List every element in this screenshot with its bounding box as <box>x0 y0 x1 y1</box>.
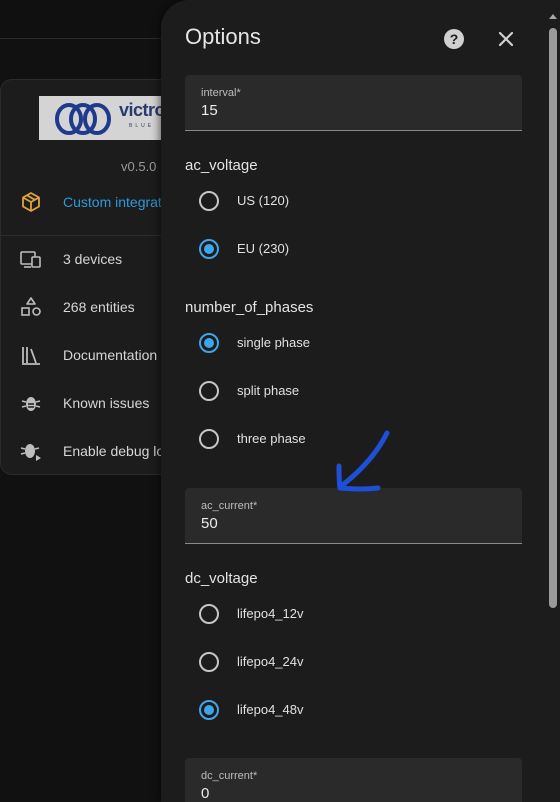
package-icon <box>22 192 40 212</box>
radio-label: three phase <box>237 431 306 446</box>
radio-label: lifepo4_48v <box>237 702 304 717</box>
radio-label: US (120) <box>237 193 290 208</box>
screen: victron BLUE v0.5.0 Custom integrat 3 de… <box>0 0 560 802</box>
radio-button-selected[interactable] <box>199 700 219 720</box>
dc-voltage-heading: dc_voltage <box>185 570 258 587</box>
radio-button[interactable] <box>199 381 219 401</box>
radio-button[interactable] <box>199 652 219 672</box>
devices-label: 3 devices <box>63 251 123 267</box>
victron-logo-mark-icon <box>55 103 111 135</box>
radio-label: lifepo4_12v <box>237 606 304 621</box>
ac-voltage-option-us[interactable]: US (120) <box>197 189 497 213</box>
dialog-scrollbar[interactable] <box>547 14 559 802</box>
close-icon[interactable] <box>493 26 519 52</box>
interval-field-label: interval* <box>201 87 241 99</box>
number-of-phases-heading: number_of_phases <box>185 299 314 316</box>
bug-icon <box>21 397 41 411</box>
dc-voltage-option-48v[interactable]: lifepo4_48v <box>197 698 497 722</box>
help-icon[interactable]: ? <box>441 26 467 52</box>
ac-voltage-option-eu[interactable]: EU (230) <box>197 237 497 261</box>
radio-label: EU (230) <box>237 241 290 256</box>
radio-button[interactable] <box>199 604 219 624</box>
ac-current-field-value[interactable]: 50 <box>201 515 218 532</box>
bug-play-icon <box>20 444 41 461</box>
version-label: v0.5.0 <box>121 159 157 174</box>
dc-current-field-value[interactable]: 0 <box>201 785 209 802</box>
victron-logo: victron BLUE <box>39 96 179 140</box>
annotation-arrow-icon <box>336 430 390 492</box>
radio-label: lifepo4_24v <box>237 654 304 669</box>
custom-integration-label: Custom integrat <box>63 194 162 210</box>
dc-voltage-option-24v[interactable]: lifepo4_24v <box>197 650 497 674</box>
interval-field[interactable]: interval* 15 <box>185 75 522 131</box>
phases-option-split[interactable]: split phase <box>197 379 497 403</box>
dc-current-field[interactable]: dc_current* 0 <box>185 758 522 802</box>
documentation-label: Documentation <box>63 347 158 363</box>
ac-voltage-heading: ac_voltage <box>185 157 258 174</box>
books-icon <box>22 347 40 365</box>
entities-label: 268 entities <box>63 299 135 315</box>
phases-option-single[interactable]: single phase <box>197 331 497 355</box>
radio-label: split phase <box>237 383 300 398</box>
scroll-up-arrow-icon[interactable] <box>549 14 557 19</box>
dc-voltage-option-12v[interactable]: lifepo4_12v <box>197 602 497 626</box>
shapes-icon <box>21 297 41 316</box>
dialog-title: Options <box>185 24 261 49</box>
radio-button-selected[interactable] <box>199 239 219 259</box>
options-dialog: Options ? interval* 15 ac_voltage US (12… <box>161 0 560 802</box>
scrollbar-thumb[interactable] <box>549 28 557 608</box>
radio-label: single phase <box>237 335 310 350</box>
known-issues-label: Known issues <box>63 395 150 411</box>
interval-field-value[interactable]: 15 <box>201 102 218 119</box>
radio-button[interactable] <box>199 429 219 449</box>
radio-button-selected[interactable] <box>199 333 219 353</box>
svg-text:?: ? <box>450 31 459 47</box>
radio-button[interactable] <box>199 191 219 211</box>
dc-current-field-label: dc_current* <box>201 770 258 782</box>
logo-subtext: BLUE <box>129 123 155 129</box>
ac-current-field-label: ac_current* <box>201 500 258 512</box>
devices-icon <box>20 251 41 268</box>
enable-debug-logging-label: Enable debug lo <box>63 443 165 459</box>
